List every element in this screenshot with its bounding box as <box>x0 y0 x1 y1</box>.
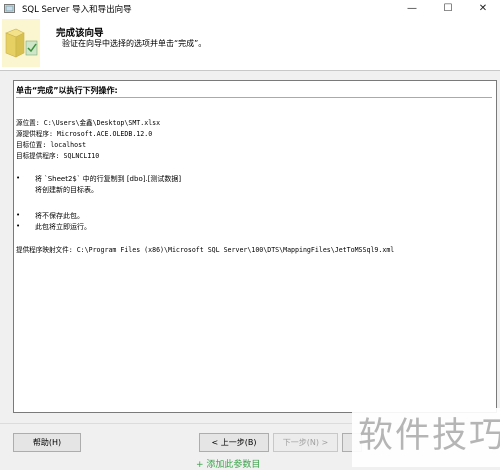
maximize-icon: ☐ <box>443 3 453 14</box>
source-location: 源位置: C:\Users\金鑫\Desktop\SMT.xlsx <box>16 119 161 127</box>
wizard-header: 完成该向导 验证在向导中选择的选项并单击“完成”。 <box>0 17 500 71</box>
window-title: SQL Server 导入和导出向导 <box>22 5 132 15</box>
wizard-icon <box>2 19 40 67</box>
close-button[interactable]: ✕ <box>466 0 500 17</box>
mapping-file: 提供程序映射文件: C:\Program Files (x86)\Microso… <box>16 246 395 254</box>
maximize-button[interactable]: ☐ <box>431 0 465 17</box>
create-table-note: 将创建新的目标表。 <box>35 186 98 194</box>
heading-divider <box>16 97 492 98</box>
run-immediately-item: 此包将立即运行。 <box>35 223 91 231</box>
summary-heading: 单击“完成”以执行下列操作: <box>16 86 118 95</box>
target-provider: 目标提供程序: SQLNCLI10 <box>16 152 100 160</box>
bullet-dot: • <box>16 174 21 182</box>
source-provider: 源提供程序: Microsoft.ACE.OLEDB.12.0 <box>16 130 153 138</box>
page-title: 完成该向导 <box>56 28 104 39</box>
help-button[interactable]: 帮助(H) <box>13 433 81 452</box>
summary-panel[interactable]: 单击“完成”以执行下列操作: 源位置: C:\Users\金鑫\Desktop\… <box>13 80 497 413</box>
watermark: 软件技巧 <box>358 416 500 456</box>
next-button[interactable]: 下一步(N) > <box>273 433 338 452</box>
target-location: 目标位置: localhost <box>16 141 87 149</box>
page-description: 验证在向导中选择的选项并单击“完成”。 <box>62 39 207 48</box>
title-bar: SQL Server 导入和导出向导 — ☐ ✕ <box>0 0 500 17</box>
back-button[interactable]: < 上一步(B) <box>199 433 269 452</box>
bullet-dot: • <box>16 222 21 230</box>
app-icon <box>4 4 15 13</box>
minimize-icon: — <box>407 3 417 14</box>
package-not-saved-item: 将不保存此包。 <box>35 212 84 220</box>
copy-rows-item: 将 `Sheet2$` 中的行复制到 [dbo].[测试数据] <box>35 175 182 183</box>
close-icon: ✕ <box>478 3 488 14</box>
bullet-dot: • <box>16 211 21 219</box>
minimize-button[interactable]: — <box>395 0 429 17</box>
bottom-link-fragment: + 添加此参数目 <box>196 460 261 470</box>
